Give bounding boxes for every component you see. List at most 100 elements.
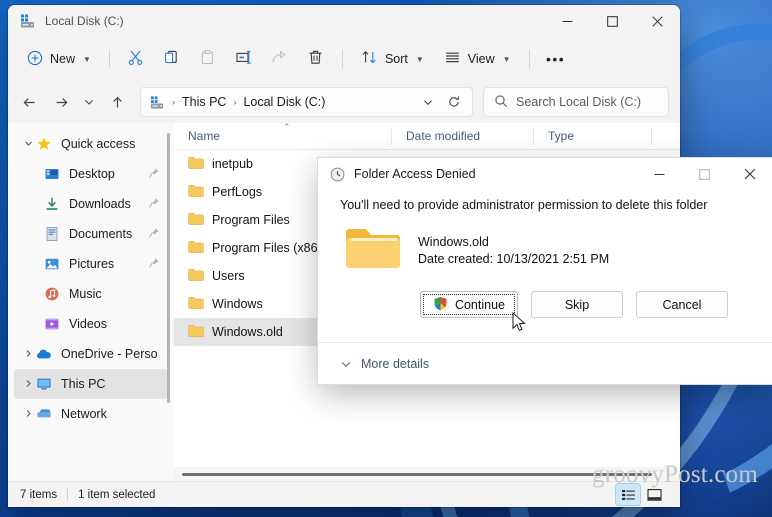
shield-icon — [433, 296, 448, 314]
toolbar-divider — [108, 50, 110, 68]
dialog-file-details: Windows.old Date created: 10/13/2021 2:5… — [418, 234, 609, 268]
dialog-minimize-button[interactable] — [637, 158, 682, 190]
sidebar-item-onedrive[interactable]: OneDrive - Perso — [14, 339, 168, 369]
more-details-link[interactable]: More details — [361, 357, 429, 371]
sidebar-item-label: Desktop — [69, 167, 115, 181]
folder-icon — [188, 324, 204, 341]
documents-icon — [44, 226, 60, 242]
chevron-down-icon: ▼ — [83, 54, 91, 64]
delete-button[interactable] — [299, 44, 333, 74]
maximize-button[interactable] — [590, 5, 635, 37]
sidebar-item-this-pc[interactable]: This PC — [14, 369, 168, 399]
scissors-icon — [127, 49, 144, 69]
column-header-name[interactable]: Name ⌃ — [174, 123, 392, 150]
dialog-titlebar[interactable]: Folder Access Denied — [318, 158, 772, 190]
star-icon — [36, 136, 52, 152]
close-button[interactable] — [635, 5, 680, 37]
minimize-button[interactable] — [545, 5, 590, 37]
sidebar-item-label: Music — [69, 287, 102, 301]
breadcrumb-item-local-disk[interactable]: Local Disk (C:) — [239, 93, 329, 111]
dialog-close-button[interactable] — [727, 158, 772, 190]
sidebar-item-videos[interactable]: Videos — [14, 309, 168, 339]
window-controls — [545, 5, 680, 37]
address-bar-row: › This PC › Local Disk (C:) Search Local… — [8, 81, 680, 123]
sidebar-item-documents[interactable]: Documents — [14, 219, 168, 249]
sidebar-item-network[interactable]: Network — [14, 399, 168, 429]
chevron-down-icon[interactable] — [340, 358, 352, 370]
new-button-label: New — [50, 52, 76, 66]
sidebar-item-music[interactable]: Music — [14, 279, 168, 309]
folder-icon — [344, 224, 402, 277]
view-icon — [444, 49, 461, 69]
drive-icon — [150, 95, 165, 110]
dialog-maximize-button — [682, 158, 727, 190]
details-view-button[interactable] — [615, 483, 641, 506]
file-list-column-headers: Name ⌃ Date modified Type — [174, 123, 680, 150]
dialog-footer: More details — [318, 342, 772, 384]
skip-button[interactable]: Skip — [531, 291, 623, 318]
sidebar-item-pictures[interactable]: Pictures — [14, 249, 168, 279]
column-header-type[interactable]: Type — [534, 123, 652, 150]
recent-locations-button[interactable] — [78, 87, 100, 117]
forward-button[interactable] — [46, 87, 76, 117]
folder-access-denied-dialog: Folder Access Denied You'll need to prov… — [318, 158, 772, 384]
refresh-button[interactable] — [442, 90, 466, 114]
paste-button[interactable] — [191, 44, 225, 74]
breadcrumb-dropdown-button[interactable] — [416, 90, 440, 114]
window-titlebar[interactable]: Local Disk (C:) — [8, 5, 680, 37]
drive-icon — [20, 13, 36, 29]
cancel-button[interactable]: Cancel — [636, 291, 728, 318]
preview-pane-button[interactable] — [642, 484, 666, 505]
sort-button[interactable]: Sort ▼ — [352, 44, 433, 74]
chevron-right-icon[interactable] — [20, 409, 36, 420]
sidebar-item-desktop[interactable]: Desktop — [14, 159, 168, 189]
chevron-right-icon[interactable] — [20, 379, 36, 390]
desktop-icon — [44, 166, 60, 182]
column-header-date-modified[interactable]: Date modified — [392, 123, 534, 150]
see-more-button[interactable]: ••• — [539, 44, 573, 74]
up-button[interactable] — [102, 87, 132, 117]
network-icon — [36, 406, 52, 422]
pin-icon[interactable] — [148, 167, 160, 182]
chevron-down-icon: ▼ — [502, 54, 511, 64]
rename-button[interactable] — [227, 44, 261, 74]
pin-icon[interactable] — [148, 197, 160, 212]
search-icon — [494, 94, 508, 111]
dialog-file-name: Windows.old — [418, 234, 489, 249]
pin-icon[interactable] — [148, 257, 160, 272]
cancel-button-label: Cancel — [662, 297, 702, 312]
file-name-label: Windows — [212, 297, 263, 311]
share-button[interactable] — [263, 44, 297, 74]
folder-icon — [188, 184, 204, 201]
scrollbar-thumb[interactable] — [182, 472, 652, 476]
navigation-pane: Quick access Desktop Downloads Documents… — [8, 123, 174, 481]
navigation-pane-scrollbar[interactable] — [167, 133, 170, 403]
clock-icon — [330, 167, 345, 182]
sort-ascending-icon: ⌃ — [283, 123, 291, 132]
folder-icon — [188, 240, 204, 257]
back-button[interactable] — [14, 87, 44, 117]
sidebar-item-label: Network — [61, 407, 107, 421]
sidebar-item-downloads[interactable]: Downloads — [14, 189, 168, 219]
breadcrumb[interactable]: › This PC › Local Disk (C:) — [140, 87, 473, 117]
search-input[interactable]: Search Local Disk (C:) — [483, 87, 669, 117]
view-button[interactable]: View ▼ — [435, 44, 520, 74]
chevron-right-icon[interactable] — [20, 349, 36, 360]
cut-button[interactable] — [119, 44, 153, 74]
chevron-down-icon: ▼ — [415, 54, 424, 64]
column-header-type-label: Type — [548, 129, 575, 143]
sidebar-item-quick-access[interactable]: Quick access — [14, 129, 168, 159]
file-name-label: Users — [212, 269, 245, 283]
dialog-window-controls — [637, 158, 772, 190]
share-icon — [271, 49, 288, 69]
chevron-down-icon[interactable] — [20, 139, 36, 150]
pin-icon[interactable] — [148, 227, 160, 242]
copy-button[interactable] — [155, 44, 189, 74]
downloads-icon — [44, 196, 60, 212]
breadcrumb-item-this-pc[interactable]: This PC — [178, 93, 230, 111]
file-list-horizontal-scrollbar[interactable] — [174, 467, 680, 481]
trash-icon — [307, 49, 324, 69]
new-button[interactable]: New ▼ — [18, 44, 100, 74]
continue-button[interactable]: Continue — [419, 291, 518, 318]
sidebar-item-label: This PC — [61, 377, 106, 391]
